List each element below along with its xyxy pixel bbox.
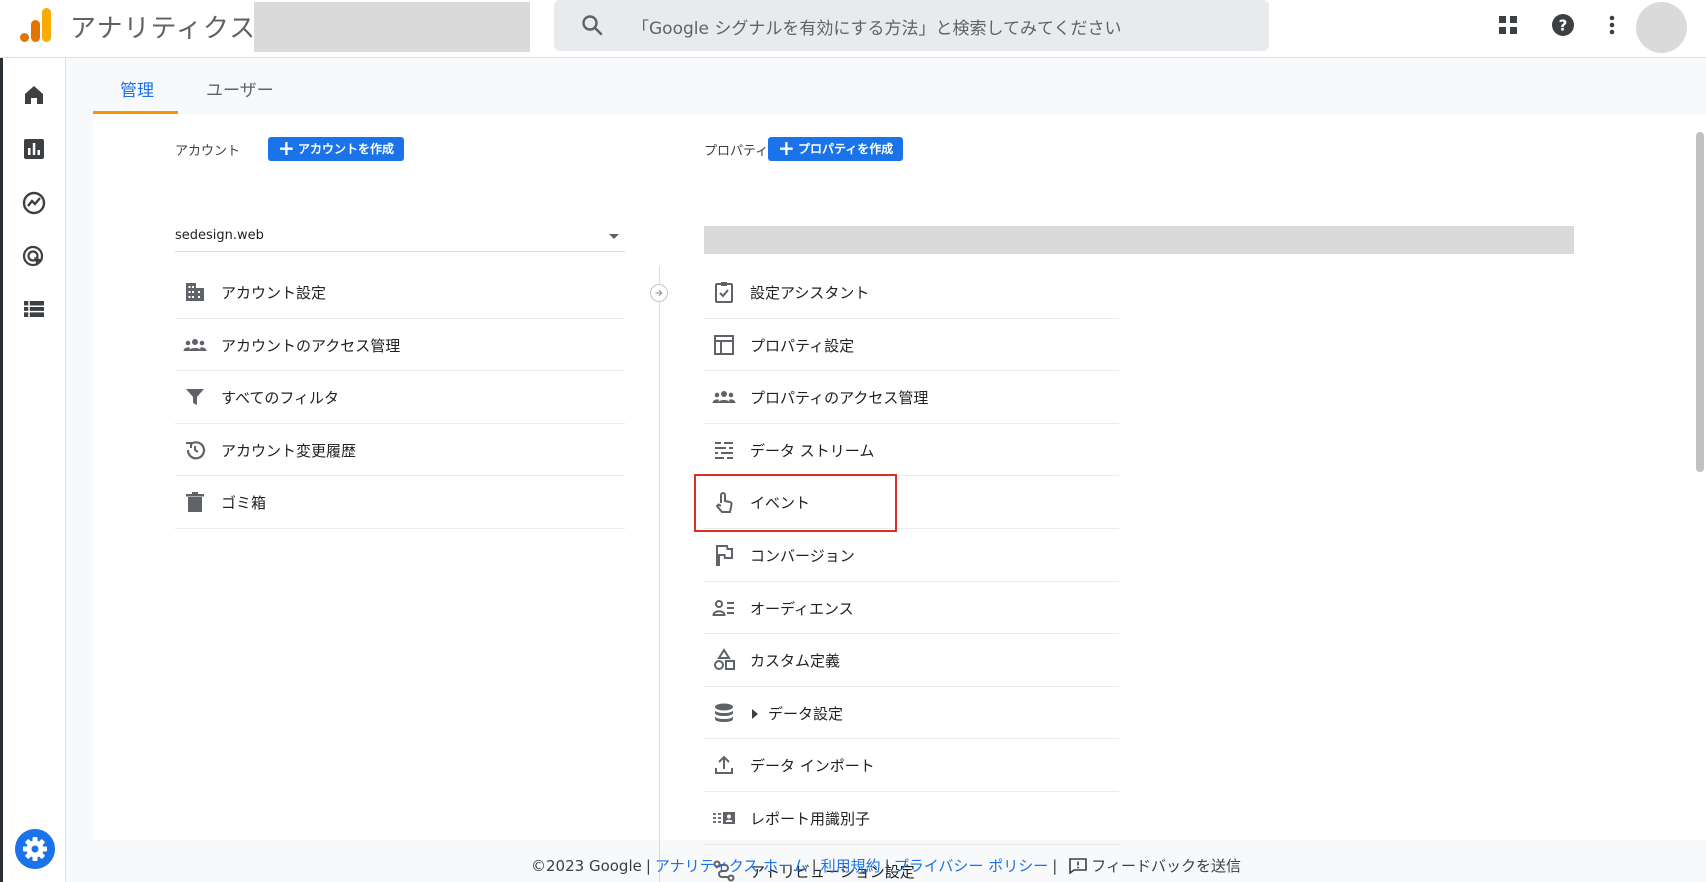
advertising-icon[interactable]: [21, 244, 47, 270]
account-property-selector[interactable]: [254, 2, 530, 52]
search-input[interactable]: 「Google シグナルを有効にする方法」と検索してみてください: [632, 14, 1122, 39]
more-vert-icon[interactable]: [1598, 11, 1626, 39]
layout-icon: [714, 334, 734, 355]
account-menu-item[interactable]: アカウントのアクセス管理: [175, 319, 625, 372]
conversion-highlight-box: [694, 474, 897, 532]
tab-user[interactable]: ユーザー: [206, 76, 274, 101]
arrow-right-icon: [650, 284, 668, 302]
database-icon: [715, 703, 733, 722]
footer-link-terms[interactable]: 利用規約: [821, 857, 881, 875]
property-menu: 設定アシスタント プロパティ設定 プロパティのアクセス管理 データ ストリーム …: [704, 266, 1119, 882]
account-menu-item[interactable]: アカウント変更履歴: [175, 424, 625, 477]
property-menu-item[interactable]: データ インポート: [704, 739, 1119, 792]
reports-icon[interactable]: [21, 136, 47, 162]
analytics-logo-icon[interactable]: [20, 8, 52, 42]
streams-icon: [715, 441, 733, 459]
flag-icon: [716, 544, 733, 566]
shapes-icon: [714, 648, 735, 671]
window-edge: [0, 58, 3, 882]
feedback-icon[interactable]: [1069, 858, 1088, 874]
history-icon: [186, 441, 206, 460]
feedback-link[interactable]: フィードバックを送信: [1091, 857, 1241, 875]
create-account-button[interactable]: + アカウントを作成: [268, 136, 405, 161]
app-title: アナリティクス: [70, 14, 257, 44]
account-selector[interactable]: sedesign.web: [175, 224, 625, 252]
apps-grid-icon[interactable]: [1494, 11, 1522, 39]
account-menu-item[interactable]: すべてのフィルタ: [175, 371, 625, 424]
property-menu-item[interactable]: レポート用識別子: [704, 792, 1119, 845]
audience-icon: [712, 599, 734, 616]
checklist-icon: [715, 282, 733, 303]
footer: ©2023 Google | アナリティクス ホーム | 利用規約 | プライバシー ポリシ…: [531, 857, 1241, 875]
account-menu-item[interactable]: アカウント設定: [175, 266, 625, 319]
property-menu-item[interactable]: データ設定: [704, 687, 1119, 740]
plus-icon: +: [278, 136, 295, 160]
footer-link-privacy[interactable]: プライバシー ポリシー: [894, 857, 1048, 875]
identifier-icon: [713, 811, 735, 824]
home-icon[interactable]: [21, 82, 47, 108]
copyright: ©2023 Google: [531, 857, 642, 875]
explore-icon[interactable]: [21, 190, 47, 216]
property-menu-item[interactable]: カスタム定義: [704, 634, 1119, 687]
building-icon: [186, 283, 204, 301]
account-column-label: アカウント: [175, 144, 241, 159]
help-icon[interactable]: ?: [1549, 11, 1577, 39]
admin-panel: アカウント + アカウントを作成 sedesign.web プロパティ + プロ…: [93, 114, 1706, 882]
property-menu-item[interactable]: 設定アシスタント: [704, 266, 1119, 319]
property-menu-item-conversions[interactable]: コンバージョン: [704, 529, 1119, 582]
property-menu-item[interactable]: プロパティのアクセス管理: [704, 371, 1119, 424]
scrollbar[interactable]: [1696, 132, 1704, 472]
left-nav: [0, 58, 66, 882]
plus-icon: +: [778, 136, 795, 160]
admin-main: 管理 ユーザー アカウント + アカウントを作成 sedesign.web プロ…: [66, 58, 1706, 882]
property-menu-item[interactable]: プロパティ設定: [704, 319, 1119, 372]
filter-icon: [186, 389, 204, 406]
app-header: アナリティクス 「Google シグナルを有効にする方法」と検索してみてください…: [0, 0, 1706, 58]
avatar[interactable]: [1636, 2, 1687, 53]
people-icon: [183, 338, 207, 351]
account-menu-item[interactable]: ゴミ箱: [175, 476, 625, 529]
account-menu: アカウント設定 アカウントのアクセス管理 すべてのフィルタ アカウント変更履歴 …: [175, 266, 625, 529]
dropdown-caret-icon: [609, 234, 619, 239]
tab-admin[interactable]: 管理: [120, 76, 154, 101]
column-divider: [659, 266, 660, 882]
property-column-label: プロパティ: [704, 144, 769, 159]
upload-icon: [715, 755, 733, 775]
list-icon[interactable]: [21, 296, 47, 322]
people-icon: [712, 391, 736, 404]
property-menu-item[interactable]: データ ストリーム: [704, 424, 1119, 477]
svg-text:?: ?: [1559, 17, 1568, 35]
expand-caret-icon[interactable]: [752, 708, 758, 719]
property-selector[interactable]: [704, 226, 1574, 254]
footer-link-analytics-home[interactable]: アナリティクス ホーム: [655, 857, 808, 875]
search-icon: [582, 15, 603, 36]
search-box[interactable]: 「Google シグナルを有効にする方法」と検索してみてください: [554, 0, 1269, 51]
trash-icon: [186, 492, 204, 513]
create-property-button[interactable]: + プロパティを作成: [768, 136, 904, 161]
property-menu-item[interactable]: オーディエンス: [704, 582, 1119, 635]
